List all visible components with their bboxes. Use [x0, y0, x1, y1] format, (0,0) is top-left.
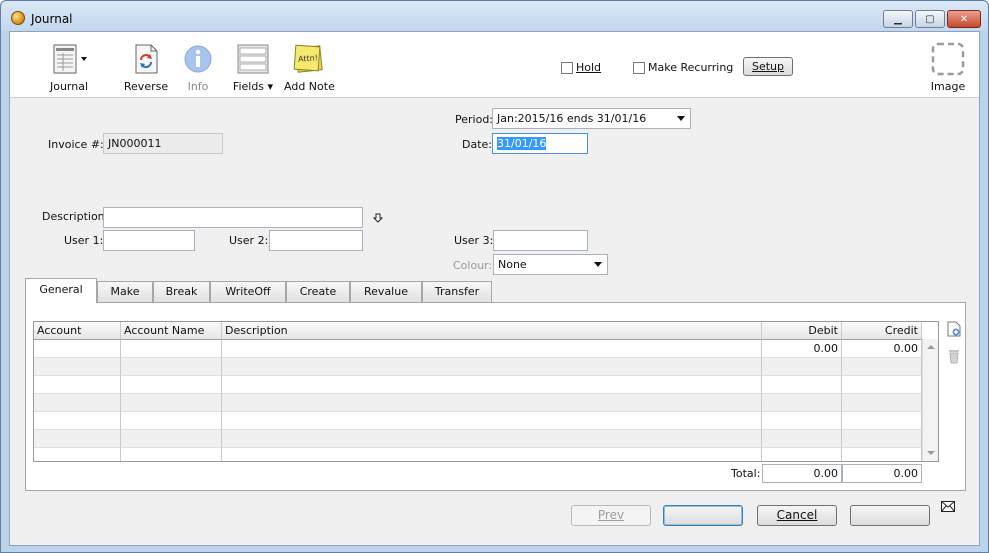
close-button[interactable]: ✕	[947, 10, 981, 28]
table-row[interactable]	[34, 376, 922, 394]
cell-account[interactable]	[34, 340, 121, 358]
info-tool[interactable]: Info	[182, 44, 214, 93]
chevron-down-icon	[594, 262, 602, 267]
add-note-label: Add Note	[284, 80, 335, 93]
prev-button[interactable]: Prev	[571, 505, 651, 526]
cell-description[interactable]	[222, 340, 762, 358]
grid-vertical-scrollbar[interactable]	[922, 339, 938, 461]
table-row[interactable]: 0.00 0.00	[34, 340, 922, 358]
cell-credit[interactable]: 0.00	[842, 340, 922, 358]
invoice-number-field: JN000011	[103, 133, 223, 154]
next-button[interactable]	[663, 505, 743, 526]
table-row[interactable]	[34, 412, 922, 430]
col-description[interactable]: Description	[222, 322, 762, 340]
tab-writeoff[interactable]: WriteOff	[210, 281, 286, 302]
info-icon	[184, 44, 212, 74]
hold-checkbox[interactable]: Hold	[561, 61, 601, 74]
scroll-down-icon[interactable]	[927, 451, 935, 455]
colour-label: Colour:	[453, 259, 493, 272]
table-row[interactable]	[34, 448, 922, 461]
reverse-label: Reverse	[123, 80, 169, 93]
maximize-button[interactable]: ▢	[915, 10, 945, 28]
expand-arrow-icon[interactable]	[372, 213, 384, 226]
tab-transfer[interactable]: Transfer	[422, 281, 492, 302]
table-row[interactable]	[34, 358, 922, 376]
toolbar: Journal Reverse Info Fields ▾ Attn! Add …	[10, 32, 979, 98]
window-title: Journal	[31, 12, 73, 26]
minimize-button[interactable]: ▁	[883, 10, 913, 28]
date-label: Date:	[462, 138, 492, 151]
journal-tool[interactable]: Journal	[48, 44, 90, 93]
fields-icon	[236, 44, 270, 74]
user2-label: User 2:	[229, 234, 269, 247]
image-placeholder-icon	[931, 42, 965, 76]
sticky-note-text: Attn!	[297, 53, 319, 64]
hold-checkbox-box[interactable]	[561, 61, 573, 74]
table-row[interactable]	[34, 430, 922, 448]
hold-label: Hold	[576, 61, 602, 74]
reverse-icon	[132, 44, 160, 74]
user3-field[interactable]	[493, 230, 588, 251]
image-label: Image	[930, 80, 966, 93]
description-field[interactable]	[103, 207, 363, 228]
col-account[interactable]: Account	[34, 322, 121, 340]
fields-tool[interactable]: Fields ▾	[232, 44, 274, 93]
invoice-label: Invoice #:	[48, 138, 104, 151]
save-button[interactable]	[850, 505, 930, 526]
col-account-name[interactable]: Account Name	[121, 322, 222, 340]
grid-header: Account Account Name Description Debit C…	[34, 322, 922, 340]
fields-label: Fields ▾	[232, 80, 274, 93]
make-recurring-checkbox[interactable]: Make Recurring	[633, 61, 733, 74]
period-label: Period:	[455, 113, 494, 126]
user3-label: User 3:	[454, 234, 494, 247]
add-note-tool[interactable]: Attn! Add Note	[284, 44, 335, 93]
email-icon[interactable]	[941, 501, 955, 515]
cell-account-name[interactable]	[121, 340, 222, 358]
colour-select[interactable]: None	[493, 254, 608, 275]
add-line-icon[interactable]	[947, 321, 961, 337]
tab-revalue[interactable]: Revalue	[350, 281, 422, 302]
make-recurring-checkbox-box[interactable]	[633, 61, 645, 74]
total-label: Total:	[731, 467, 761, 480]
info-label: Info	[187, 80, 209, 93]
chevron-down-icon	[677, 116, 685, 121]
setup-button[interactable]: Setup	[743, 57, 793, 76]
image-tool[interactable]: Image	[928, 42, 968, 93]
user2-field[interactable]	[269, 230, 363, 251]
tab-create[interactable]: Create	[286, 281, 350, 302]
journal-lines-grid: Account Account Name Description Debit C…	[33, 321, 939, 462]
tab-break[interactable]: Break	[153, 281, 210, 302]
col-debit[interactable]: Debit	[762, 322, 842, 340]
period-select[interactable]: Jan:2015/16 ends 31/01/16	[492, 108, 691, 129]
app-icon	[11, 11, 25, 25]
total-credit: 0.00	[842, 464, 922, 483]
reverse-tool[interactable]: Reverse	[123, 44, 169, 93]
client-area: Journal Reverse Info Fields ▾ Attn! Add …	[9, 31, 980, 546]
title-bar[interactable]: Journal ▁ ▢ ✕	[1, 1, 988, 31]
table-row[interactable]	[34, 394, 922, 412]
journal-icon	[48, 44, 90, 74]
cell-debit[interactable]: 0.00	[762, 340, 842, 358]
chevron-down-icon: ▾	[267, 80, 274, 93]
journal-window: Journal ▁ ▢ ✕ Journal Reverse Info Field…	[0, 0, 989, 553]
delete-line-icon[interactable]	[947, 348, 961, 364]
col-credit[interactable]: Credit	[842, 322, 922, 340]
scroll-up-icon[interactable]	[927, 345, 935, 349]
tab-make[interactable]: Make	[97, 281, 153, 302]
user1-label: User 1:	[64, 234, 104, 247]
general-tab-panel: Account Account Name Description Debit C…	[25, 302, 966, 491]
description-label: Description:	[42, 210, 109, 223]
sticky-note-icon: Attn!	[292, 44, 324, 74]
make-recurring-label: Make Recurring	[648, 61, 734, 74]
user1-field[interactable]	[103, 230, 195, 251]
journal-label: Journal	[49, 80, 89, 93]
cancel-button[interactable]: Cancel	[757, 505, 837, 526]
tab-general[interactable]: General	[25, 278, 97, 303]
date-field[interactable]: 31/01/16	[492, 133, 588, 154]
total-debit: 0.00	[762, 464, 842, 483]
